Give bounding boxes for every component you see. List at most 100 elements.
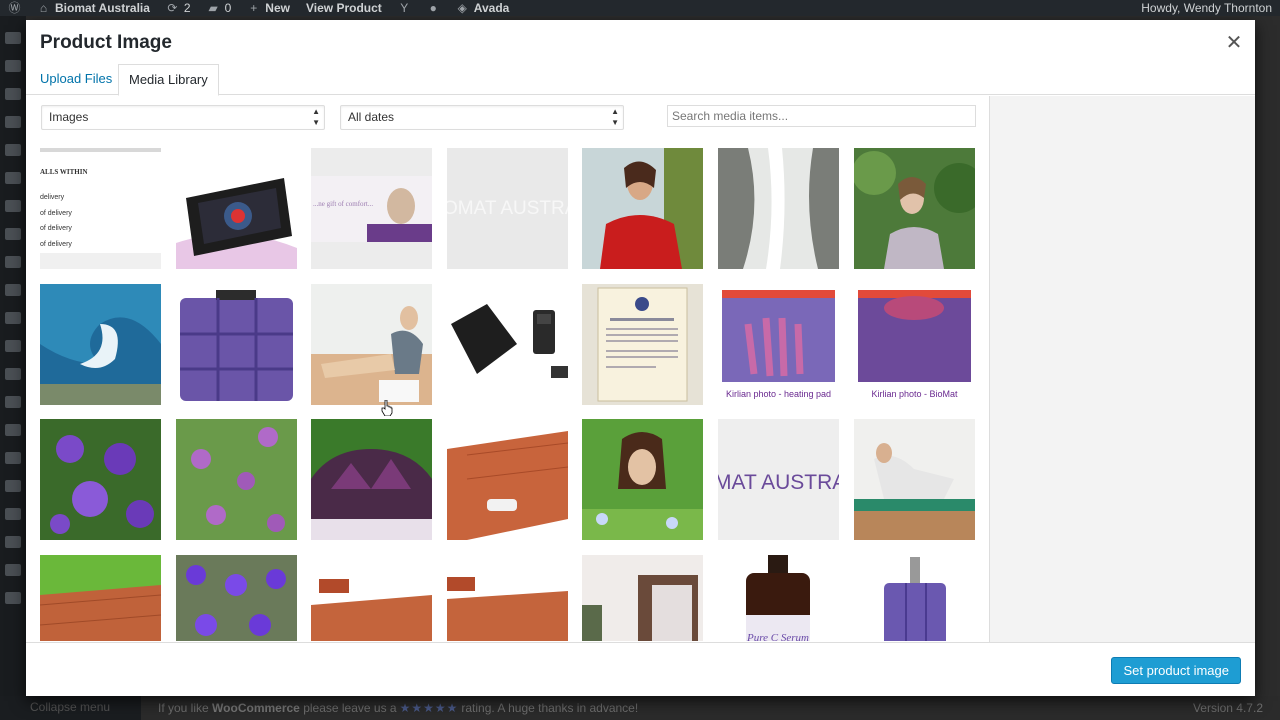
media-tile[interactable] (447, 284, 568, 405)
avada-icon: ◈ (457, 0, 467, 15)
new-content-link[interactable]: + New (239, 1, 298, 15)
menu-icon (5, 200, 21, 212)
updates-link[interactable]: ⟳ 2 (158, 1, 199, 15)
thumbnail-purple-flowers-2 (176, 419, 297, 540)
media-tile[interactable] (447, 419, 568, 540)
media-tile[interactable] (176, 284, 297, 405)
thumbnail-pillow-on-chair (582, 555, 703, 641)
menu-icon (5, 144, 21, 156)
footer-brand: WooCommerce (212, 701, 300, 715)
collapse-menu[interactable]: Collapse menu (0, 696, 141, 720)
svg-text:Pure C Serum: Pure C Serum (746, 632, 809, 641)
menu-icon (5, 172, 21, 184)
thumbnail-text-list: ALLS WITHIN delivery of delivery of deli… (40, 148, 161, 269)
tile-caption: Kirlian photo - BioMat (871, 389, 958, 399)
footer-text: please leave us a (303, 701, 397, 715)
admin-bar: Ⓦ ⌂ Biomat Australia ⟳ 2 ▰ 0 + New View Prod… (0, 0, 1280, 16)
media-tile[interactable] (582, 419, 703, 540)
tab-media-library[interactable]: Media Library (118, 64, 219, 96)
tab-upload-files[interactable]: Upload Files (30, 64, 122, 95)
comment-icon: ▰ (208, 0, 218, 15)
thumbnail-mat-on-white-2 (447, 555, 568, 641)
thumbnail-warranty-certificate (582, 284, 703, 405)
yoast-icon[interactable]: Y (390, 1, 419, 15)
wordpress-logo-icon[interactable]: Ⓦ (0, 1, 29, 15)
thumbnail-amethyst-crystal (311, 419, 432, 540)
thumbnail-purple-flowers-1 (40, 419, 161, 540)
user-greeting[interactable]: Howdy, Wendy Thornton (1133, 1, 1280, 15)
media-type-select[interactable]: Images ▲ ▼ (41, 105, 325, 130)
svg-text:of delivery: of delivery (40, 225, 72, 232)
media-tile[interactable] (447, 555, 568, 641)
svg-text:ALLS WITHIN: ALLS WITHIN (40, 168, 88, 176)
menu-icon (5, 228, 21, 240)
view-product-link[interactable]: View Product (298, 1, 390, 15)
media-tile[interactable] (176, 148, 297, 269)
thumbnail-biomat-logo-text: MAT AUSTRA (718, 419, 839, 540)
media-tile[interactable]: OMAT AUSTRA (447, 148, 568, 269)
admin-sidebar (0, 16, 26, 720)
media-tile[interactable] (582, 555, 703, 641)
media-tile[interactable] (176, 419, 297, 540)
menu-icon (5, 592, 21, 604)
media-tile[interactable]: ALLS WITHIN delivery of delivery of deli… (40, 148, 161, 269)
media-tile[interactable] (40, 419, 161, 540)
thumbnail-kirlian-heating-pad (718, 284, 839, 405)
media-tile[interactable]: Kirlian photo - heating pad (718, 284, 839, 405)
rating-stars-link[interactable]: ★★★★★ (400, 701, 459, 715)
select-arrows-icon: ▲ ▼ (312, 107, 320, 127)
modal-footer: Set product image (26, 642, 1255, 696)
svg-text:MAT AUSTRA: MAT AUSTRA (718, 471, 839, 494)
media-tile[interactable] (582, 284, 703, 405)
media-tile[interactable]: ...ne gift of comfort... (311, 148, 432, 269)
menu-icon (5, 256, 21, 268)
menu-icon (5, 32, 21, 44)
comments-link[interactable]: ▰ 0 (199, 1, 240, 15)
thumbnail-device-tablet (176, 148, 297, 269)
media-tile[interactable] (176, 555, 297, 641)
media-tile[interactable] (854, 148, 975, 269)
media-tile[interactable] (718, 148, 839, 269)
search-input[interactable]: Search media items... (667, 105, 976, 127)
menu-icon (5, 480, 21, 492)
media-tile[interactable] (311, 284, 432, 405)
thumbnail-biomat-logo-faded: OMAT AUSTRA (447, 148, 568, 269)
svg-text:OMAT AUSTRA: OMAT AUSTRA (447, 198, 568, 219)
media-tile[interactable] (854, 555, 975, 641)
thumbnail-purple-suitcase (854, 555, 975, 641)
menu-icon (5, 88, 21, 100)
media-tile[interactable] (854, 419, 975, 540)
media-router: Upload Files Media Library (26, 64, 1255, 96)
menu-icon (5, 536, 21, 548)
set-product-image-button[interactable]: Set product image (1111, 657, 1241, 684)
media-tile[interactable] (40, 555, 161, 641)
date-filter-select[interactable]: All dates ▲ ▼ (340, 105, 624, 130)
menu-icon (5, 60, 21, 72)
media-tile[interactable] (40, 284, 161, 405)
thumbnail-woman-relaxing-office (311, 284, 432, 405)
thumbnail-serum-bottle: Pure C Serum (718, 555, 839, 641)
status-dot-icon[interactable]: ● (419, 1, 448, 15)
date-filter-value: All dates (348, 110, 395, 124)
thumbnail-woman-in-nature (854, 148, 975, 269)
thumbnail-ocean-wave (40, 284, 161, 405)
svg-text:of delivery: of delivery (40, 210, 72, 217)
media-tile[interactable] (582, 148, 703, 269)
media-modal: Product Image ✕ Upload Files Media Libra… (26, 20, 1255, 696)
footer-text: If you like (158, 701, 209, 715)
media-tile[interactable] (311, 555, 432, 641)
close-icon[interactable]: ✕ (1223, 32, 1245, 54)
theme-link[interactable]: ◈ Avada (448, 1, 518, 15)
media-type-value: Images (49, 110, 89, 124)
media-tile[interactable] (311, 419, 432, 540)
menu-icon (5, 452, 21, 464)
thumbnail-woman-red-shirt (582, 148, 703, 269)
comments-count: 0 (224, 1, 232, 15)
media-toolbar: Images ▲ ▼ All dates ▲ ▼ Search media item… (26, 96, 988, 148)
thumbnail-purple-flowers-3 (176, 555, 297, 641)
media-tile[interactable]: MAT AUSTRA (718, 419, 839, 540)
media-tile[interactable]: Pure C Serum (718, 555, 839, 641)
media-tile[interactable]: Kirlian photo - BioMat (854, 284, 975, 405)
thumbnail-woman-with-flowers (582, 419, 703, 540)
site-name-link[interactable]: ⌂ Biomat Australia (29, 1, 158, 15)
